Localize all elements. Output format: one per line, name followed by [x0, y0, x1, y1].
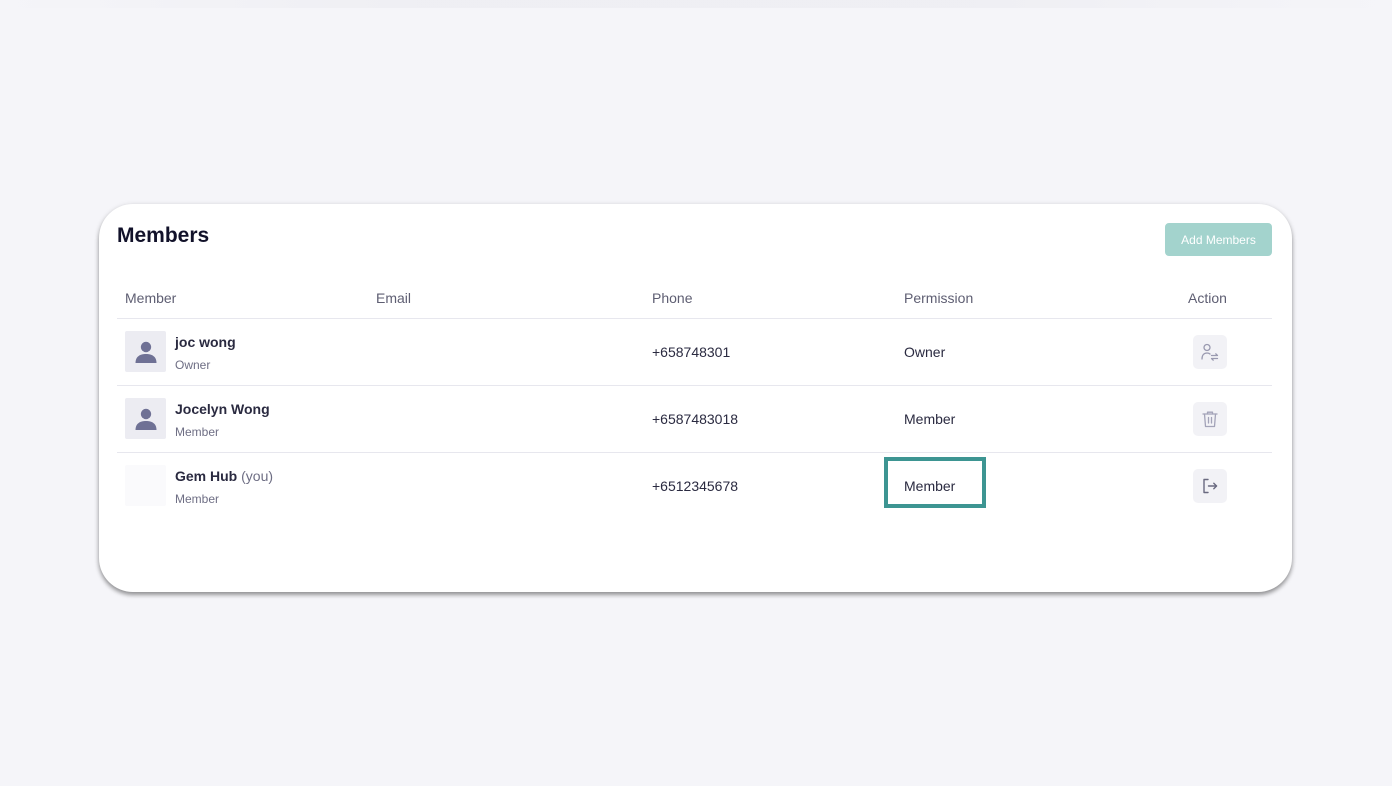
member-permission: Member — [904, 478, 956, 494]
remove-member-button[interactable] — [1193, 402, 1227, 436]
column-header-member: Member — [125, 290, 177, 306]
member-name-text: Jocelyn Wong — [175, 401, 270, 417]
avatar — [125, 465, 166, 506]
member-role: Member — [175, 425, 220, 439]
table-row: Jocelyn Wong Member +6587483018 Member — [117, 386, 1272, 453]
column-header-email: Email — [376, 290, 412, 306]
column-header-phone: Phone — [652, 290, 693, 306]
member-name: Gem Hub (you) — [175, 468, 273, 484]
member-name: Jocelyn Wong — [175, 401, 270, 417]
column-header-permission: Permission — [904, 290, 974, 306]
table-row: joc wong Owner +658748301 Owner — [117, 319, 1272, 386]
transfer-ownership-icon — [1201, 343, 1219, 361]
member-name-text: Gem Hub — [175, 468, 238, 484]
column-header-action: Action — [1188, 290, 1227, 306]
page-title: Members — [117, 224, 210, 247]
member-phone: +658748301 — [652, 344, 731, 360]
members-table: Member Email Phone Permission Action joc… — [117, 280, 1272, 519]
you-indicator: (you) — [241, 468, 274, 484]
member-permission: Owner — [904, 344, 946, 360]
avatar — [125, 398, 166, 439]
add-members-button[interactable]: Add Members — [1165, 223, 1272, 256]
transfer-ownership-button[interactable] — [1193, 335, 1227, 369]
member-name: joc wong — [175, 334, 236, 350]
trash-icon — [1202, 411, 1218, 428]
member-permission: Member — [904, 411, 956, 427]
table-row: Gem Hub (you) Member +6512345678 Member — [117, 453, 1272, 519]
member-role: Owner — [175, 358, 211, 372]
member-phone: +6512345678 — [652, 478, 739, 494]
members-card: Members Add Members Member Email Phone P… — [99, 204, 1292, 592]
user-icon — [135, 341, 156, 363]
table-header: Member Email Phone Permission Action — [117, 280, 1272, 319]
leave-icon — [1203, 478, 1218, 494]
avatar — [125, 331, 166, 372]
user-icon — [135, 408, 156, 430]
member-name-text: joc wong — [175, 334, 236, 350]
leave-group-button[interactable] — [1193, 469, 1227, 503]
member-phone: +6587483018 — [652, 411, 739, 427]
member-role: Member — [175, 492, 220, 506]
top-strip — [0, 0, 1392, 8]
